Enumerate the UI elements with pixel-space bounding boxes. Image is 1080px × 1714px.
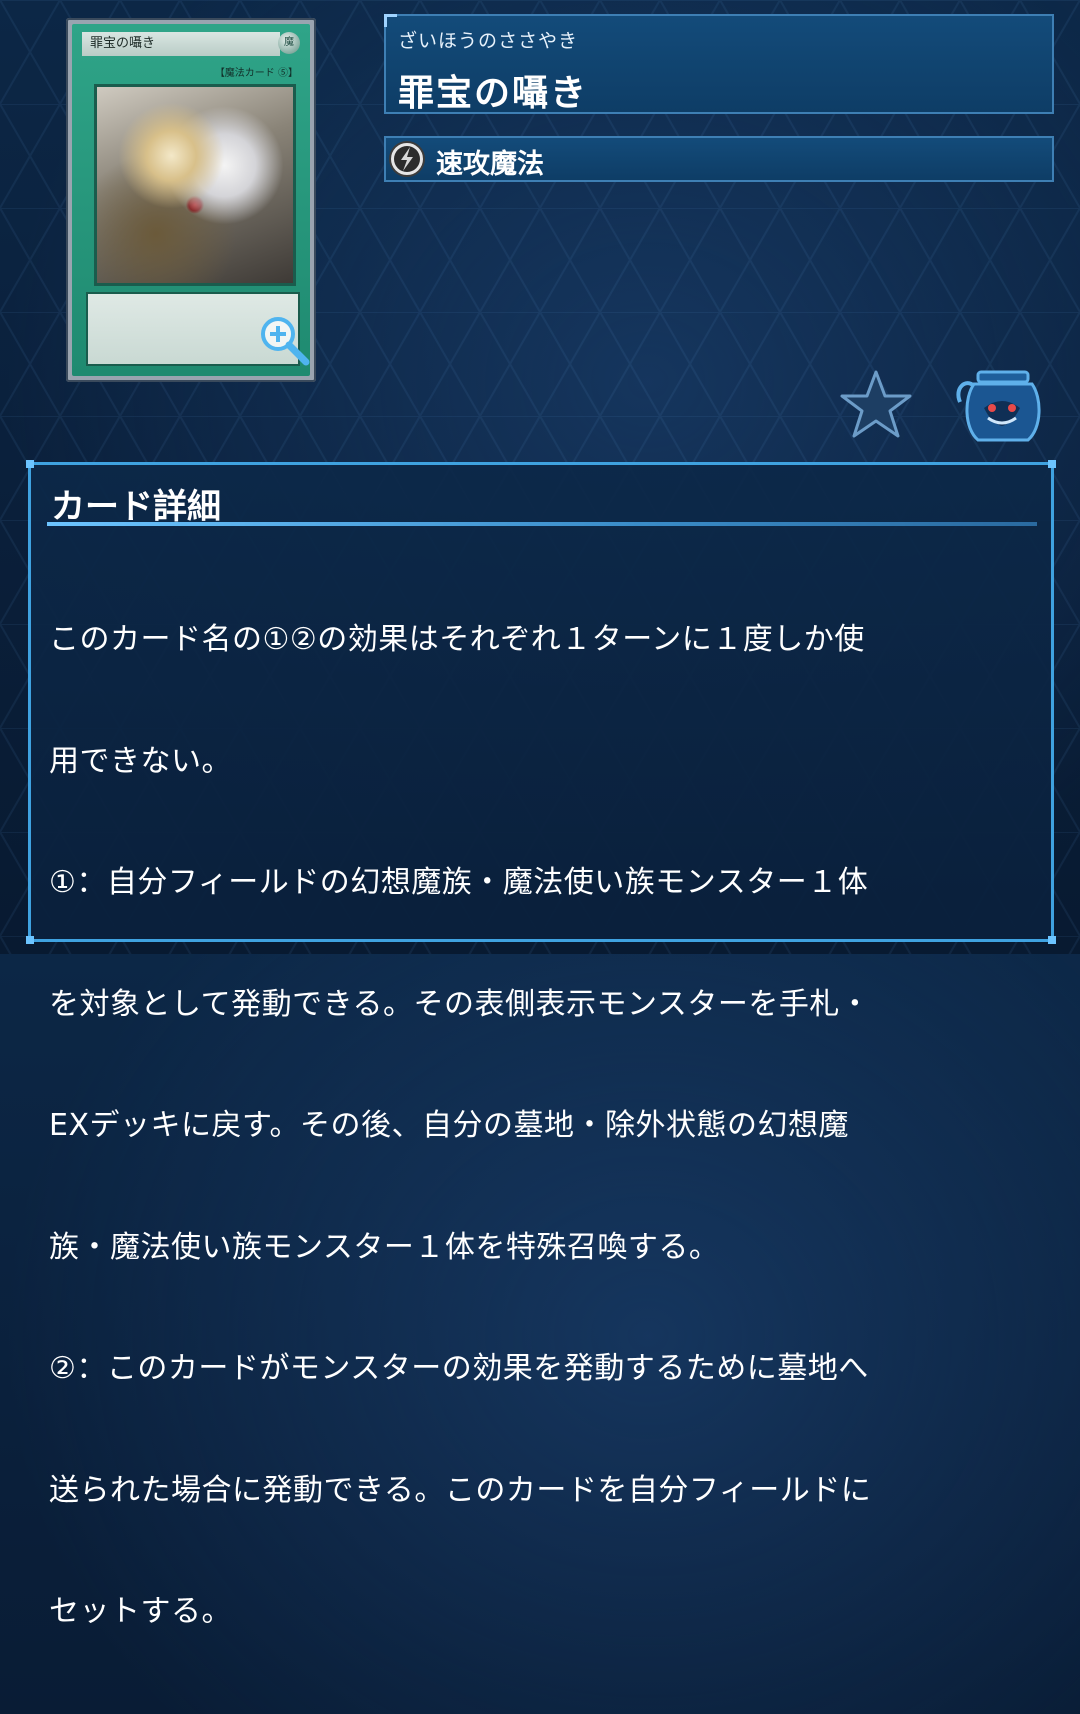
divider	[47, 522, 1037, 526]
effect-line: 族・魔法使い族モンスター１体を特殊召喚する。	[49, 1229, 720, 1265]
panel-corner	[1048, 936, 1056, 944]
card-type-label: 速攻魔法	[436, 149, 544, 180]
effect-line: を対象として発動できる。その表側表示モンスターを手札・	[49, 986, 871, 1022]
card-text-box	[86, 292, 310, 366]
card-name-reading: ざいほうのささやき	[398, 30, 579, 52]
details-heading: カード詳細	[51, 487, 221, 527]
effect-line: ②：このカードがモンスターの効果を発動するために墓地へ	[49, 1351, 869, 1386]
card-type-panel: 速攻魔法	[384, 136, 1054, 182]
card-art-name: 罪宝の囁き	[82, 32, 280, 56]
star-icon[interactable]	[838, 368, 914, 440]
effect-line: セットする。	[49, 1594, 232, 1629]
effect-line: EXデッキに戻す。その後、自分の墓地・除外状態の幻想魔	[49, 1108, 850, 1143]
quick-play-spell-icon	[389, 141, 425, 177]
effect-line: 送られた場合に発動できる。このカードを自分フィールドに	[49, 1472, 872, 1508]
card-effect-text: このカード名の①②の効果はそれぞれ１ターンに１度しか使 用できない。 ①：自分フ…	[49, 539, 1049, 1714]
card-type-tag: 【魔法カード ⑤】	[214, 68, 298, 79]
card-artwork	[94, 84, 296, 286]
card-details-panel: カード詳細 このカード名の①②の効果はそれぞれ１ターンに１度しか使 用できない。…	[26, 460, 1056, 1629]
card-face: 罪宝の囁き 魔 【魔法カード ⑤】	[72, 24, 310, 376]
panel-corner	[26, 460, 34, 468]
zoom-in-icon[interactable]	[256, 312, 312, 368]
effect-line: ①：自分フィールドの幻想魔族・魔法使い族モンスター１体	[49, 865, 869, 900]
pot-icon[interactable]	[952, 368, 1042, 444]
card-name: 罪宝の囁き	[398, 73, 589, 114]
panel-corner	[1048, 460, 1056, 468]
effect-line: 用できない。	[49, 743, 232, 779]
card-name-panel: ざいほうのささやき 罪宝の囁き	[384, 14, 1054, 114]
card-image[interactable]: 罪宝の囁き 魔 【魔法カード ⑤】	[66, 18, 316, 382]
panel-corner	[26, 936, 34, 944]
attribute-icon: 魔	[278, 32, 300, 54]
effect-line: このカード名の①②の効果はそれぞれ１ターンに１度しか使	[49, 622, 865, 657]
